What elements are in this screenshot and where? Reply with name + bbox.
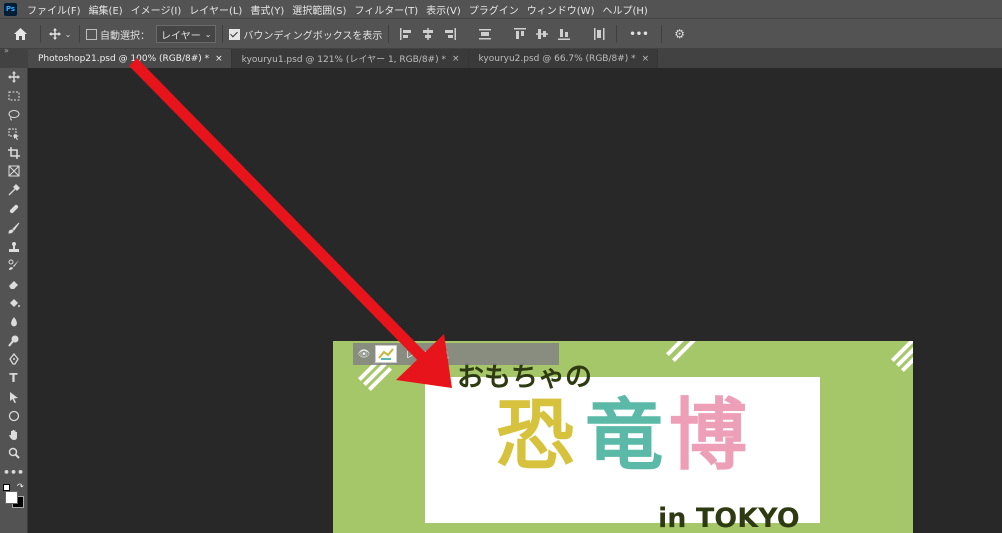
divider xyxy=(616,25,618,43)
menu-image[interactable]: イメージ(I) xyxy=(127,2,186,17)
tab-label: Photoshop21.psd @ 100% (RGB/8#) * xyxy=(38,53,210,64)
menu-view[interactable]: 表示(V) xyxy=(422,2,465,17)
options-bar: ⌄ 自動選択： レイヤー ⌄ バウンディングボックスを表示 ••• ⚙ xyxy=(0,18,1002,49)
close-icon[interactable]: × xyxy=(215,54,223,64)
auto-select-target-select[interactable]: レイヤー ⌄ xyxy=(156,25,217,43)
default-colors-icon[interactable] xyxy=(3,483,10,491)
chevron-down-icon: ⌄ xyxy=(204,29,212,39)
menu-help[interactable]: ヘルプ(H) xyxy=(598,2,651,17)
healing-brush-tool-icon[interactable] xyxy=(0,200,27,219)
auto-select-label: 自動選択： xyxy=(100,30,150,42)
object-select-tool-icon[interactable] xyxy=(0,124,27,143)
canvas-area[interactable]: おもちゃの 恐 竜 博 in TOKYO xyxy=(28,68,1002,533)
path-select-tool-icon[interactable] xyxy=(0,388,27,407)
close-icon[interactable]: × xyxy=(642,54,650,64)
move-tool-icon[interactable] xyxy=(0,68,27,87)
align-center-horizontal-icon[interactable] xyxy=(421,27,435,41)
ellipse-tool-icon[interactable] xyxy=(0,406,27,425)
divider xyxy=(660,25,662,43)
bounding-box-checkbox[interactable] xyxy=(229,28,241,40)
divider xyxy=(467,25,468,43)
paint-bucket-tool-icon[interactable] xyxy=(0,294,27,313)
menu-edit[interactable]: 編集(E) xyxy=(85,2,127,17)
blur-tool-icon[interactable] xyxy=(0,312,27,331)
home-icon[interactable] xyxy=(12,26,28,42)
menu-bar: Ps ファイル(F) 編集(E) イメージ(I) レイヤー(L) 書式(Y) 選… xyxy=(0,0,1002,18)
close-icon[interactable]: × xyxy=(452,54,460,64)
document-canvas[interactable]: おもちゃの 恐 竜 博 in TOKYO xyxy=(333,341,913,533)
distribute-horizontal-icon[interactable] xyxy=(478,27,492,41)
distribute-vertical-icon[interactable] xyxy=(592,27,606,41)
tab-photoshop21[interactable]: Photoshop21.psd @ 100% (RGB/8#) * × xyxy=(28,49,232,68)
menu-window[interactable]: ウィンドウ(W) xyxy=(523,2,599,17)
align-right-icon[interactable] xyxy=(443,27,457,41)
title-char-1: 恐 xyxy=(496,391,575,481)
menu-layer[interactable]: レイヤー(L) xyxy=(185,2,246,17)
tools-panel: T ••• ↷ xyxy=(0,68,28,533)
align-left-icon[interactable] xyxy=(399,27,413,41)
divider xyxy=(222,25,224,43)
auto-select-checkbox[interactable] xyxy=(86,28,97,40)
tab-label: kyouryu2.psd @ 66.7% (RGB/8#) * xyxy=(478,53,636,64)
brush-tool-icon[interactable] xyxy=(0,218,27,237)
chevron-down-icon[interactable]: ⌄ xyxy=(63,26,73,42)
crop-tool-icon[interactable] xyxy=(0,143,27,162)
swap-colors-icon[interactable]: ↷ xyxy=(17,482,24,491)
frame-tool-icon[interactable] xyxy=(0,162,27,181)
panel-collapse-icon[interactable]: » xyxy=(0,46,28,68)
tab-kyouryu2[interactable]: kyouryu2.psd @ 66.7% (RGB/8#) * × xyxy=(468,49,659,68)
document-tab-bar: » Photoshop21.psd @ 100% (RGB/8#) * × ky… xyxy=(0,46,1002,68)
type-tool-icon[interactable]: T xyxy=(0,369,27,388)
menu-select[interactable]: 選択範囲(S) xyxy=(288,2,350,17)
gear-icon[interactable]: ⚙ xyxy=(672,26,688,42)
title-char-2: 竜 xyxy=(585,391,664,481)
dragged-layer-chip[interactable]: 👁 レイヤー 1 xyxy=(353,343,559,365)
lasso-tool-icon[interactable] xyxy=(0,106,27,125)
edit-toolbar-icon[interactable]: ••• xyxy=(0,463,27,482)
hand-tool-icon[interactable] xyxy=(0,425,27,444)
zoom-tool-icon[interactable] xyxy=(0,444,27,463)
menu-plugins[interactable]: プラグイン xyxy=(465,2,523,17)
foreground-color-swatch[interactable] xyxy=(5,490,18,504)
divider xyxy=(388,25,390,43)
menu-file[interactable]: ファイル(F) xyxy=(23,2,85,17)
pen-tool-icon[interactable] xyxy=(0,350,27,369)
history-brush-tool-icon[interactable] xyxy=(0,256,27,275)
divider xyxy=(502,25,503,43)
more-options-button[interactable]: ••• xyxy=(629,29,648,40)
divider xyxy=(40,25,41,43)
layer-thumbnail xyxy=(375,345,397,363)
color-swatches[interactable]: ↷ xyxy=(0,482,27,508)
eraser-tool-icon[interactable] xyxy=(0,275,27,294)
align-top-icon[interactable] xyxy=(513,27,527,41)
marquee-tool-icon[interactable] xyxy=(0,87,27,106)
menu-type[interactable]: 書式(Y) xyxy=(246,2,288,17)
poster-location: in TOKYO xyxy=(658,503,800,533)
divider xyxy=(581,25,582,43)
move-tool-icon[interactable] xyxy=(47,26,63,42)
eyedropper-tool-icon[interactable] xyxy=(0,181,27,200)
align-center-vertical-icon[interactable] xyxy=(535,27,549,41)
title-char-3: 博 xyxy=(669,391,748,481)
divider xyxy=(79,25,80,43)
photoshop-logo-icon: Ps xyxy=(4,2,17,16)
eye-icon[interactable]: 👁 xyxy=(353,349,375,360)
tab-kyouryu1[interactable]: kyouryu1.psd @ 121% (レイヤー 1, RGB/8#) * × xyxy=(231,49,469,68)
dodge-tool-icon[interactable] xyxy=(0,331,27,350)
tab-label: kyouryu1.psd @ 121% (レイヤー 1, RGB/8#) * xyxy=(241,55,446,65)
double-chevron-icon: » xyxy=(4,46,9,55)
layer-name: レイヤー 1 xyxy=(405,350,450,361)
bounding-box-label: バウンディングボックスを表示 xyxy=(243,30,383,42)
clone-stamp-tool-icon[interactable] xyxy=(0,237,27,256)
align-bottom-icon[interactable] xyxy=(557,27,571,41)
select-value: レイヤー xyxy=(161,30,201,42)
menu-filter[interactable]: フィルター(T) xyxy=(350,2,422,17)
